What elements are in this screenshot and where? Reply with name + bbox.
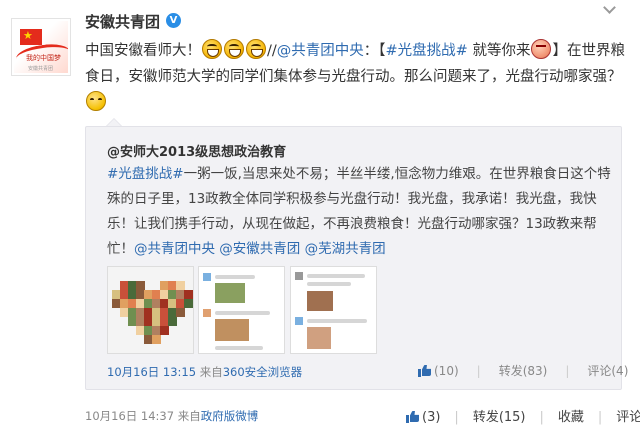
avatar-subcaption: 安徽共青团 xyxy=(28,66,54,72)
laugh-emoji-icon xyxy=(202,39,222,59)
divider: | xyxy=(454,410,459,425)
thumbs-up-icon xyxy=(406,410,420,423)
repost-source-prefix: 来自 xyxy=(199,365,223,379)
author-name[interactable]: 安徽共青团 xyxy=(85,11,160,32)
chat-line xyxy=(307,319,367,323)
laugh-emoji-icon xyxy=(224,39,244,59)
shy-emoji-icon xyxy=(86,91,106,111)
post-text-colon: ：【 xyxy=(363,43,386,59)
post-text-lead: 中国安徽看师大！ xyxy=(85,43,201,59)
repost-pointer xyxy=(106,118,122,126)
comment-button[interactable]: 评论(4) xyxy=(616,410,640,425)
mosaic-tile xyxy=(184,299,193,308)
thumbs-up-icon xyxy=(418,364,432,377)
mosaic-tile xyxy=(136,281,145,290)
post-text-after-topic: 就等你来 xyxy=(467,43,531,59)
repost-mention-link[interactable]: @安徽共青团 xyxy=(219,241,300,257)
chat-line xyxy=(215,311,270,315)
verified-badge-icon[interactable]: V xyxy=(166,13,181,28)
topic-link[interactable]: #光盘挑战# xyxy=(386,43,468,59)
repost-topic-link[interactable]: #光盘挑战# xyxy=(107,166,184,182)
avatar-caption: 我的中国梦 xyxy=(26,54,61,62)
repost-mention-link[interactable]: @芜湖共青团 xyxy=(305,241,386,257)
mosaic-tile xyxy=(160,326,169,335)
divider: | xyxy=(476,364,481,378)
repost-source-link[interactable]: 360安全浏览器 xyxy=(223,365,302,379)
chat-photo xyxy=(307,327,331,349)
repost-comment-button[interactable]: 评论(4) xyxy=(587,364,628,378)
mention-link[interactable]: @共青团中央 xyxy=(277,43,364,59)
chat-avatar xyxy=(295,272,303,280)
chat-avatar xyxy=(203,273,211,281)
chat-photo xyxy=(307,291,333,311)
mosaic-tile xyxy=(184,290,193,299)
avatar-logo: 我的中国梦 安徽共青团 xyxy=(14,21,68,73)
mosaic-tile xyxy=(176,308,185,317)
chevron-down-icon[interactable] xyxy=(603,3,617,13)
forward-button[interactable]: 转发(15) xyxy=(473,410,526,425)
chat-photo xyxy=(215,283,245,303)
like-count: (3) xyxy=(422,410,441,425)
chat-line xyxy=(215,275,255,279)
divider: | xyxy=(597,410,603,425)
mosaic-tile xyxy=(176,281,185,290)
repost-timestamp[interactable]: 10月16日 13:15 xyxy=(107,365,196,379)
chat-line xyxy=(307,274,365,278)
repost-mention-link[interactable]: @共青团中央 xyxy=(134,241,215,257)
repost-like-button[interactable]: (10) xyxy=(418,364,459,378)
chat-line xyxy=(215,346,263,350)
chat-line xyxy=(307,282,351,286)
like-button[interactable]: (3) xyxy=(406,410,440,425)
flag-icon xyxy=(20,28,42,45)
favorite-button[interactable]: 收藏 xyxy=(558,410,584,425)
photo-thumbnail[interactable] xyxy=(107,266,194,354)
post-text: 中国安徽看师大！//@共青团中央：【#光盘挑战# 就等你来 】在世界粮食日，安徽师… xyxy=(85,38,625,116)
repost-like-count: (10) xyxy=(434,364,459,378)
divider: | xyxy=(539,410,544,425)
photo-thumbnail[interactable] xyxy=(198,266,285,354)
post-text-sep: // xyxy=(267,43,277,59)
repost-actions: (10) | 转发(83) | 评论(4) xyxy=(418,362,628,379)
chat-photo xyxy=(215,319,249,341)
post-timestamp[interactable]: 10月16日 14:37 xyxy=(85,409,174,423)
post-source-prefix: 来自 xyxy=(177,409,201,423)
laugh-emoji-icon xyxy=(246,39,266,59)
chat-avatar xyxy=(295,317,303,325)
post-source-link[interactable]: 政府版微博 xyxy=(201,409,259,423)
repost-author-name[interactable]: @安师大2013级思想政治教育 xyxy=(107,141,286,160)
chat-avatar xyxy=(203,309,211,317)
repost-meta: 10月16日 13:15 来自360安全浏览器 xyxy=(107,364,302,380)
mosaic-tile xyxy=(168,317,177,326)
post-actions: (3) | 转发(15) | 收藏 | 评论(4) xyxy=(406,406,640,425)
mosaic-tile xyxy=(152,335,161,344)
avatar[interactable]: 我的中国梦 安徽共青团 xyxy=(11,18,71,76)
photo-thumbnail[interactable] xyxy=(290,266,377,354)
divider: | xyxy=(565,364,570,378)
repost-text: #光盘挑战#一粥一饭,当思来处不易；半丝半缕,恒念物力维艰。在世界粮食日这个特殊… xyxy=(107,162,612,262)
angry-emoji-icon xyxy=(531,39,552,59)
repost-forward-button[interactable]: 转发(83) xyxy=(499,364,548,378)
post-meta: 10月16日 14:37 来自政府版微博 xyxy=(85,408,258,424)
